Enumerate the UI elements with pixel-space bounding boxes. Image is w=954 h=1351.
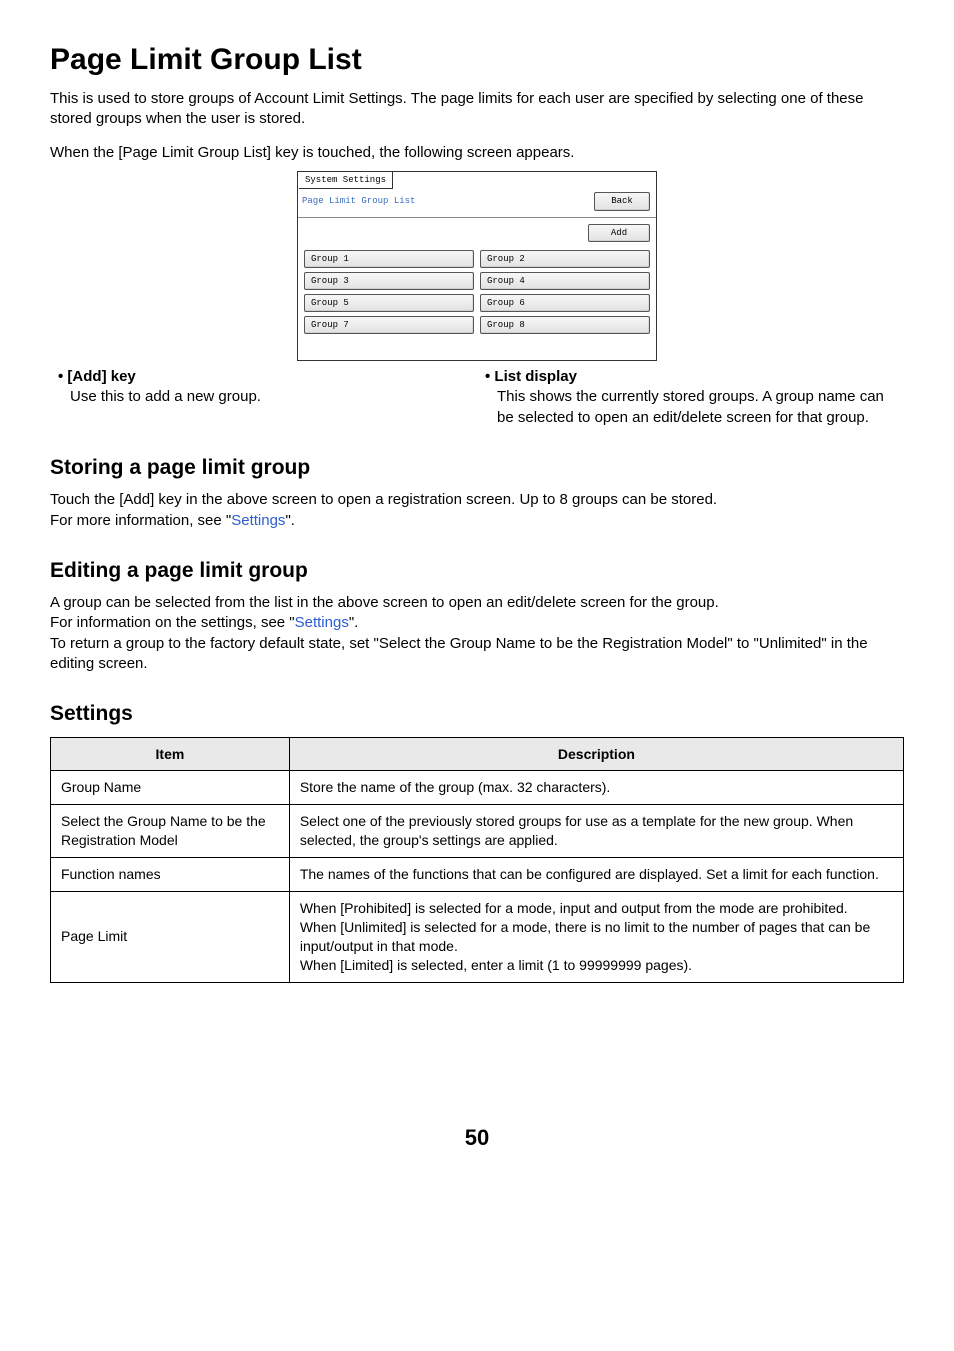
add-button[interactable]: Add xyxy=(588,224,650,242)
group-button[interactable]: Group 4 xyxy=(480,272,650,290)
group-button[interactable]: Group 1 xyxy=(304,250,474,268)
add-key-body: Use this to add a new group. xyxy=(50,387,477,407)
settings-heading: Settings xyxy=(50,700,904,728)
add-key-heading: • [Add] key xyxy=(58,368,136,385)
editing-heading: Editing a page limit group xyxy=(50,557,904,585)
table-row: Page Limit When [Prohibited] is selected… xyxy=(51,891,904,982)
screenshot-title: Page Limit Group List xyxy=(302,195,594,207)
editing-p2: For information on the settings, see "Se… xyxy=(50,613,904,633)
screenshot-tab: System Settings xyxy=(299,172,393,189)
editing-p3: To return a group to the factory default… xyxy=(50,634,904,675)
screenshot-container: System Settings Page Limit Group List Ba… xyxy=(50,171,904,361)
settings-link[interactable]: Settings xyxy=(231,512,285,529)
editing-p2-text-b: ". xyxy=(349,614,359,631)
editing-p2-text-a: For information on the settings, see " xyxy=(50,614,295,631)
settings-item: Group Name xyxy=(51,771,290,805)
list-display-heading: • List display xyxy=(485,368,577,385)
page-title: Page Limit Group List xyxy=(50,40,904,81)
table-row: Function names The names of the function… xyxy=(51,858,904,892)
settings-table: Item Description Group Name Store the na… xyxy=(50,737,904,983)
screenshot-add-row: Add xyxy=(298,218,656,250)
screenshot-panel: System Settings Page Limit Group List Ba… xyxy=(297,171,657,361)
settings-desc: Select one of the previously stored grou… xyxy=(289,805,903,858)
settings-desc: When [Prohibited] is selected for a mode… xyxy=(289,891,903,982)
list-display-body: This shows the currently stored groups. … xyxy=(477,387,904,428)
group-button[interactable]: Group 7 xyxy=(304,316,474,334)
table-row: Select the Group Name to be the Registra… xyxy=(51,805,904,858)
settings-item: Function names xyxy=(51,858,290,892)
settings-item: Select the Group Name to be the Registra… xyxy=(51,805,290,858)
group-button[interactable]: Group 8 xyxy=(480,316,650,334)
settings-desc: Store the name of the group (max. 32 cha… xyxy=(289,771,903,805)
page-number: 50 xyxy=(50,1123,904,1153)
settings-th-desc: Description xyxy=(289,737,903,771)
storing-p2: For more information, see "Settings". xyxy=(50,511,904,531)
bullet-columns: • [Add] key Use this to add a new group.… xyxy=(50,367,904,428)
storing-p1: Touch the [Add] key in the above screen … xyxy=(50,490,904,510)
settings-item: Page Limit xyxy=(51,891,290,982)
intro-paragraph-2: When the [Page Limit Group List] key is … xyxy=(50,143,904,163)
settings-th-item: Item xyxy=(51,737,290,771)
group-button[interactable]: Group 6 xyxy=(480,294,650,312)
settings-link[interactable]: Settings xyxy=(295,614,349,631)
screenshot-header-row: Page Limit Group List Back xyxy=(298,189,656,217)
table-row: Group Name Store the name of the group (… xyxy=(51,771,904,805)
back-button[interactable]: Back xyxy=(594,192,650,210)
group-button[interactable]: Group 2 xyxy=(480,250,650,268)
editing-p1: A group can be selected from the list in… xyxy=(50,593,904,613)
storing-p2-text-a: For more information, see " xyxy=(50,512,231,529)
group-button[interactable]: Group 5 xyxy=(304,294,474,312)
storing-p2-text-b: ". xyxy=(285,512,295,529)
group-button[interactable]: Group 3 xyxy=(304,272,474,290)
storing-heading: Storing a page limit group xyxy=(50,454,904,482)
settings-desc: The names of the functions that can be c… xyxy=(289,858,903,892)
intro-paragraph-1: This is used to store groups of Account … xyxy=(50,89,904,130)
screenshot-group-list: Group 1 Group 2 Group 3 Group 4 Group 5 … xyxy=(298,250,656,361)
